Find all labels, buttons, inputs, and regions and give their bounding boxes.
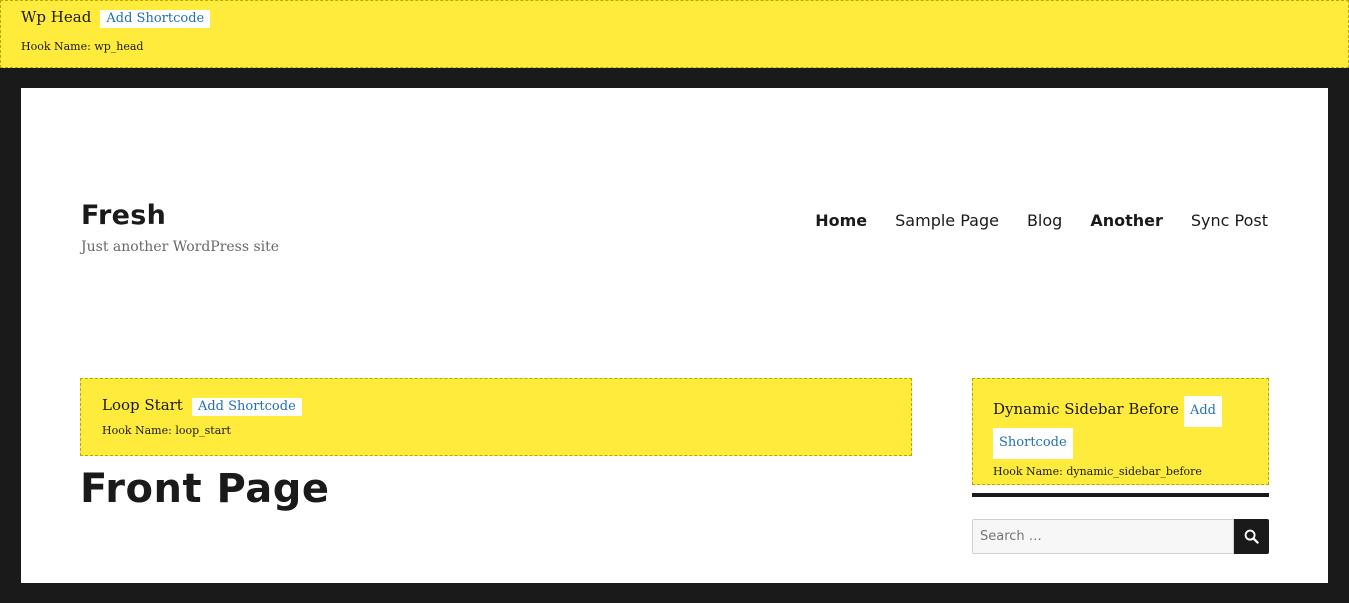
nav-item-sync-post[interactable]: Sync Post <box>1191 211 1268 230</box>
loop-start-hook-name: Hook Name: loop_start <box>102 424 231 437</box>
loop-start-hook-box: Loop Start Add Shortcode Hook Name: loop… <box>80 378 912 456</box>
search-button[interactable] <box>1234 519 1269 554</box>
sidebar-add-shortcode-button[interactable]: Add <box>1183 396 1222 427</box>
wp-head-hook-name: Hook Name: wp_head <box>21 40 144 53</box>
dynamic-sidebar-before-hook-box: Dynamic Sidebar Before Add Shortcode Hoo… <box>972 378 1269 485</box>
sidebar-divider <box>972 493 1269 497</box>
wp-head-hook-box: Wp Head Add Shortcode Hook Name: wp_head <box>0 0 1349 68</box>
wp-head-hook-title: Wp Head <box>21 8 92 26</box>
nav-item-blog[interactable]: Blog <box>1027 211 1062 230</box>
nav-item-another[interactable]: Another <box>1090 211 1163 230</box>
wp-head-add-shortcode-button[interactable]: Add Shortcode <box>100 10 211 28</box>
search-form <box>972 519 1269 554</box>
sidebar-add-shortcode-button-line2[interactable]: Shortcode <box>993 428 1073 459</box>
nav-item-home[interactable]: Home <box>815 211 867 230</box>
search-input[interactable] <box>972 519 1234 554</box>
sidebar-hook-name: Hook Name: dynamic_sidebar_before <box>993 465 1202 478</box>
nav-item-sample-page[interactable]: Sample Page <box>895 211 999 230</box>
loop-start-add-shortcode-button[interactable]: Add Shortcode <box>191 398 302 416</box>
site-title[interactable]: Fresh <box>81 200 166 231</box>
loop-start-hook-title: Loop Start <box>102 396 183 414</box>
main-navigation: Home Sample Page Blog Another Sync Post <box>815 211 1268 230</box>
site-tagline: Just another WordPress site <box>81 239 280 255</box>
site-container: Fresh Just another WordPress site Home S… <box>21 88 1328 583</box>
sidebar-hook-title: Dynamic Sidebar Before <box>993 400 1179 418</box>
page-title: Front Page <box>80 466 330 512</box>
search-icon <box>1244 529 1259 544</box>
